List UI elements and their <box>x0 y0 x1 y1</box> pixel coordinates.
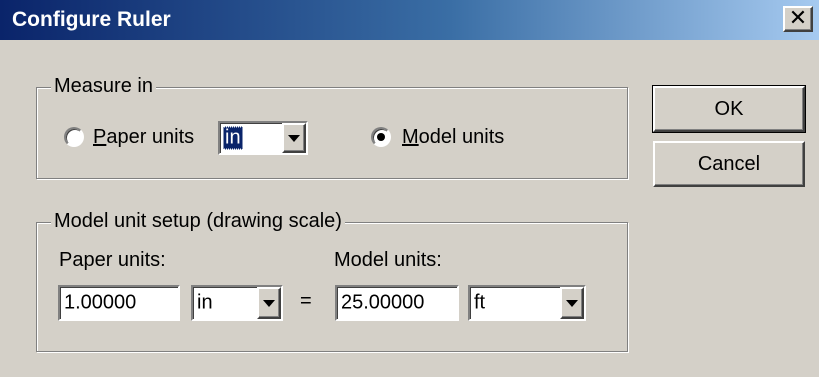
ok-button[interactable]: OK <box>652 85 806 133</box>
radio-dot-icon <box>377 133 385 141</box>
model-unit-combo-dropdown-button[interactable] <box>560 287 584 319</box>
model-unit-setup-group: Model unit setup (drawing scale) Paper u… <box>36 210 628 352</box>
chevron-down-icon <box>566 299 578 307</box>
model-unit-setup-group-label: Model unit setup (drawing scale) <box>51 210 345 233</box>
title-bar[interactable]: Configure Ruler ✕ <box>0 0 819 40</box>
model-value-input[interactable]: 25.00000 <box>335 285 459 321</box>
model-value-text: 25.00000 <box>341 291 425 314</box>
paper-units-combo[interactable]: in <box>218 121 308 155</box>
close-icon: ✕ <box>788 6 808 31</box>
paper-units-radio-label[interactable]: Paper units <box>93 126 194 149</box>
paper-value-text: 1.00000 <box>64 291 137 314</box>
model-units-heading: Model units: <box>334 249 442 271</box>
chevron-down-icon <box>288 134 300 142</box>
ok-button-label: OK <box>714 97 744 120</box>
configure-ruler-dialog: Configure Ruler ✕ Measure in Paper units… <box>0 0 819 377</box>
paper-units-label-rest: aper units <box>106 126 195 148</box>
chevron-down-icon <box>263 299 275 307</box>
measure-in-group-label: Measure in <box>51 75 156 98</box>
paper-units-combo-value: in <box>223 126 243 150</box>
window-title: Configure Ruler <box>12 8 171 31</box>
paper-value-input[interactable]: 1.00000 <box>58 285 180 321</box>
model-unit-combo-value: ft <box>474 291 486 314</box>
measure-in-group: Measure in Paper units in Model units <box>36 75 628 179</box>
model-unit-combo[interactable]: ft <box>468 285 586 321</box>
paper-units-heading: Paper units: <box>59 249 166 271</box>
paper-unit-combo[interactable]: in <box>191 285 283 321</box>
model-units-label-rest: odel units <box>418 126 505 148</box>
paper-units-radio[interactable] <box>64 127 84 147</box>
paper-unit-combo-value: in <box>197 291 213 314</box>
cancel-button-label: Cancel <box>697 152 761 175</box>
close-button[interactable]: ✕ <box>783 6 813 32</box>
model-units-radio-label[interactable]: Model units <box>402 126 504 149</box>
model-units-radio[interactable] <box>371 127 391 147</box>
paper-unit-combo-dropdown-button[interactable] <box>257 287 281 319</box>
paper-units-combo-dropdown-button[interactable] <box>282 123 306 153</box>
equals-sign: = <box>300 290 312 312</box>
cancel-button[interactable]: Cancel <box>653 141 805 187</box>
